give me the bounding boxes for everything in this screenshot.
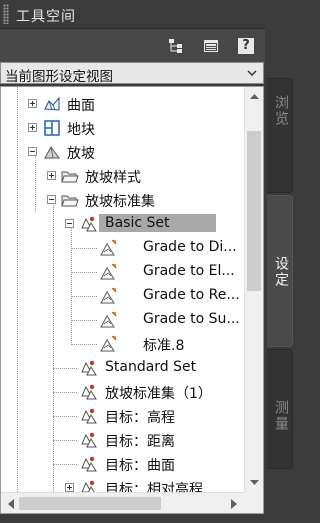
tree-item-label: Basic Set [99, 214, 216, 232]
tree-item-label: 放坡标准集 [85, 194, 155, 210]
tree-connector-line [53, 416, 77, 417]
collapse-toggle[interactable] [65, 219, 74, 228]
vertical-scrollbar[interactable] [244, 87, 263, 492]
tree-item-parcels[interactable]: 地块 [1, 117, 244, 139]
criteria-icon [100, 263, 117, 280]
tree-item-criteria[interactable]: Grade to El... [1, 261, 244, 283]
drag-grip-icon[interactable] [3, 4, 9, 24]
criteria-set-icon [81, 408, 97, 424]
tree-connector-line [53, 368, 77, 369]
tree-item-label: Standard Set [105, 359, 197, 375]
tree-item-criteria-set[interactable]: 目标：曲面 [1, 453, 244, 475]
toolbar: ? [0, 28, 265, 63]
tree-item-criteria[interactable]: Grade to Su... [1, 309, 244, 331]
tab-settings[interactable]: 设定 [267, 195, 293, 347]
view-selector-value: 当前图形设定视图 [5, 69, 113, 85]
scroll-up-icon[interactable] [246, 89, 263, 105]
item-view-icon[interactable] [203, 38, 219, 54]
tree-item-grading-criteria-sets[interactable]: 放坡标准集 [1, 189, 244, 211]
tree-connector-line [71, 248, 97, 249]
tree-item-criteria-set[interactable]: 目标：高程 [1, 405, 244, 427]
scroll-down-icon[interactable] [246, 474, 263, 490]
palette-bottom-edge [0, 514, 265, 523]
prospector-tree: 曲面 地块 放坡 放坡样式 放坡标准集 Basic Set Grade to D… [0, 86, 264, 514]
horizontal-scrollbar[interactable] [1, 492, 244, 513]
tree-item-criteria-set[interactable]: 目标：距离 [1, 429, 244, 451]
tree-item-criteria-set[interactable]: Standard Set [1, 357, 244, 379]
tree-item-label: Grade to Di... [143, 239, 237, 255]
criteria-set-icon [81, 456, 97, 472]
tree-item-criteria-set[interactable]: 放坡标准集（1） [1, 381, 244, 403]
criteria-icon [100, 335, 117, 352]
criteria-set-icon [81, 384, 97, 400]
scrollbar-corner [244, 492, 263, 513]
criteria-set-icon [81, 432, 97, 448]
folder-icon [61, 171, 79, 183]
tree-item-surfaces[interactable]: 曲面 [1, 93, 244, 115]
tree-item-criteria[interactable]: Grade to Di... [1, 237, 244, 259]
chevron-down-icon[interactable] [246, 67, 258, 79]
parcel-icon [44, 120, 60, 136]
horizontal-scroll-thumb[interactable] [19, 497, 161, 510]
tree-item-label: Grade to Su... [143, 311, 240, 327]
help-icon[interactable]: ? [238, 38, 254, 54]
tree-connector-line [71, 296, 97, 297]
tree-item-label: Grade to Re... [143, 287, 240, 303]
folder-icon [61, 195, 79, 207]
tree-item-label: 目标：曲面 [105, 458, 175, 474]
scroll-left-icon[interactable] [3, 496, 20, 512]
expand-toggle[interactable] [65, 483, 74, 492]
expand-toggle[interactable] [47, 171, 56, 180]
collapse-toggle[interactable] [47, 195, 56, 204]
criteria-set-icon [81, 360, 97, 376]
tree-item-label: 放坡样式 [85, 170, 141, 186]
tree-connector-line [71, 272, 97, 273]
help-glyph: ? [242, 38, 250, 53]
tree-item-grading[interactable]: 放坡 [1, 141, 244, 163]
tree-item-criteria[interactable]: Grade to Re... [1, 285, 244, 307]
tree-item-label: 地块 [67, 122, 95, 138]
tree-item-label: 曲面 [67, 98, 95, 114]
view-selector-dropdown[interactable]: 当前图形设定视图 [0, 62, 264, 85]
tree-item-label: Grade to El... [143, 263, 235, 279]
tree-connector-line [53, 464, 77, 465]
criteria-icon [100, 311, 117, 328]
tree-connector-line [53, 440, 77, 441]
expand-toggle[interactable] [28, 99, 37, 108]
vertical-scroll-thumb[interactable] [247, 131, 261, 291]
tab-label: 浏览 [273, 95, 289, 127]
tree-options-icon[interactable] [168, 38, 184, 54]
tree-item-label: 放坡标准集（1） [105, 386, 212, 402]
tab-survey[interactable]: 测量 [267, 349, 293, 469]
tree-item-label: 目标：距离 [105, 434, 175, 450]
tab-label: 设定 [273, 256, 289, 288]
tree-item-basic-set[interactable]: Basic Set [1, 213, 244, 235]
tree-item-grading-styles[interactable]: 放坡样式 [1, 165, 244, 187]
tree-item-label: 标准.8 [143, 338, 185, 354]
tree-item-criteria[interactable]: 标准.8 [1, 333, 244, 355]
tab-navigate[interactable]: 浏览 [267, 78, 293, 193]
tree-connector-line [71, 320, 97, 321]
tree-connector-line [53, 392, 77, 393]
criteria-icon [100, 239, 117, 256]
surface-icon [44, 96, 60, 111]
palette-title-bar[interactable]: 工具空间 [0, 0, 265, 28]
criteria-icon [100, 287, 117, 304]
collapse-toggle[interactable] [28, 147, 37, 156]
expand-toggle[interactable] [28, 123, 37, 132]
tab-label: 测量 [273, 400, 289, 432]
criteria-set-icon [81, 216, 97, 232]
tree-item-label: 放坡 [67, 146, 95, 162]
scroll-right-icon[interactable] [225, 496, 242, 512]
palette-title: 工具空间 [16, 9, 76, 25]
grading-icon [44, 146, 60, 159]
tree-item-label: 目标：高程 [105, 410, 175, 426]
tree-connector-line [71, 344, 97, 345]
